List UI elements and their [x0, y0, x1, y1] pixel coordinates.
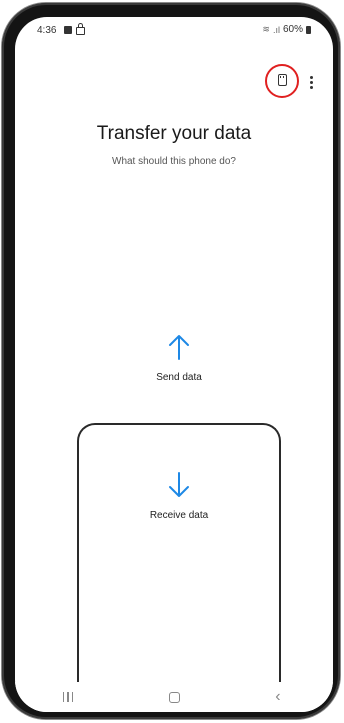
gallery-icon	[64, 26, 72, 34]
more-options-icon	[309, 75, 313, 79]
battery-percent: 60%	[282, 24, 303, 35]
send-data-option[interactable]: Send data	[79, 333, 279, 403]
page-title: Transfer your data	[96, 123, 252, 144]
battery-icon	[306, 25, 311, 34]
signal-icon: .ıl	[272, 24, 280, 35]
lock-icon	[76, 23, 85, 35]
arrow-up-icon	[169, 335, 189, 360]
more-options-button[interactable]	[307, 73, 315, 91]
screen: 4:36 ≋ .ıl 60% Transfer your data What s…	[15, 17, 333, 712]
phone-frame: 4:36 ≋ .ıl 60% Transfer your data What s…	[2, 3, 340, 719]
send-data-label: Send data	[156, 372, 202, 383]
receive-data-option[interactable]: Receive data	[79, 471, 279, 521]
status-icons-left	[64, 23, 85, 35]
page-subtitle: What should this phone do?	[112, 156, 236, 167]
arrow-down-icon	[169, 472, 189, 497]
back-button[interactable]: ‹	[275, 689, 285, 705]
receive-data-card[interactable]: Receive data	[77, 423, 281, 712]
status-bar: 4:36 ≋ .ıl 60%	[15, 17, 333, 43]
home-button[interactable]	[168, 691, 180, 703]
sd-card-icon	[278, 74, 287, 86]
receive-data-label: Receive data	[149, 510, 209, 521]
sd-card-button[interactable]	[265, 64, 299, 98]
recents-button[interactable]	[62, 692, 74, 702]
navigation-bar: ‹	[15, 682, 333, 712]
status-time: 4:36	[37, 25, 57, 36]
wifi-icon: ≋	[262, 24, 270, 34]
status-right: ≋ .ıl 60%	[262, 24, 311, 35]
